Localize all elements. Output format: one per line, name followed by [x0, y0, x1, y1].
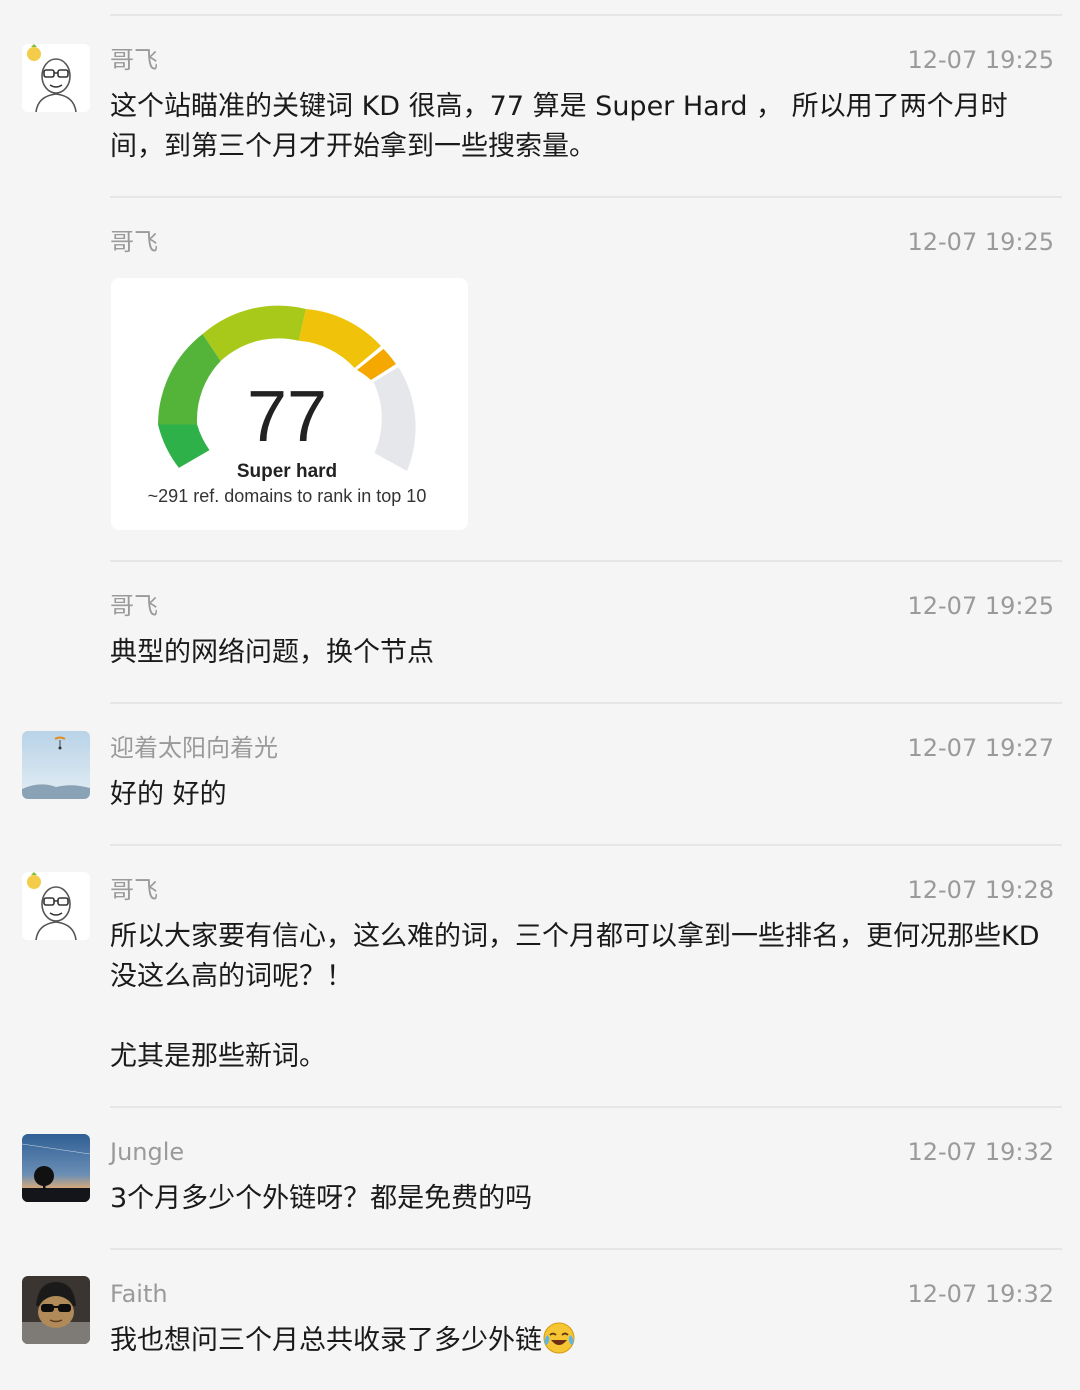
gauge-segment-green-2: [158, 334, 221, 425]
kd-label: Super hard: [237, 461, 337, 482]
gauge-segment-lime: [202, 305, 306, 361]
message-text: 这个站瞄准的关键词 KD 很高，77 算是 Super Hard ， 所以用了两…: [110, 91, 1008, 162]
sender-name[interactable]: Jungle: [110, 1136, 184, 1168]
kd-gauge: 77 Super hard ~291 ref. domains to rank …: [148, 305, 427, 506]
message-divider: [110, 1106, 1062, 1108]
avatar[interactable]: [22, 872, 90, 940]
avatar[interactable]: [22, 1276, 90, 1344]
bald-man-glasses-avatar-icon: [22, 872, 90, 940]
message-timestamp: 12-07 19:32: [907, 1280, 1054, 1308]
message-text: 典型的网络问题，换个节点: [110, 637, 434, 668]
gauge-segment-yellow: [298, 309, 381, 368]
message-divider: [110, 702, 1062, 704]
sender-name[interactable]: 哥飞: [110, 874, 158, 906]
avatar[interactable]: [22, 1134, 90, 1202]
avatar[interactable]: [22, 44, 90, 112]
message-text: 好的 好的: [110, 779, 227, 810]
gauge-segment-green: [158, 424, 210, 468]
keyword-difficulty-image[interactable]: 77 Super hard ~291 ref. domains to rank …: [111, 278, 468, 530]
message-timestamp: 12-07 19:25: [907, 228, 1054, 256]
sender-name[interactable]: 哥飞: [110, 44, 158, 76]
tree-sunset-avatar-icon: [22, 1134, 90, 1202]
message-divider: [110, 844, 1062, 846]
message-timestamp: 12-07 19:27: [907, 734, 1054, 762]
message-text: 所以大家要有信心，这么难的词，三个月都可以拿到一些排名，更何况那些KD 没这么高…: [110, 921, 1040, 1072]
sky-parachute-avatar-icon: [22, 731, 90, 799]
kd-score: 77: [247, 377, 327, 457]
sender-name[interactable]: Faith: [110, 1278, 168, 1310]
message-text: 我也想问三个月总共收录了多少外链: [110, 1321, 1060, 1361]
message-timestamp: 12-07 19:25: [907, 592, 1054, 620]
message-timestamp: 12-07 19:25: [907, 46, 1054, 74]
gauge-segment-empty: [373, 367, 416, 471]
message-timestamp: 12-07 19:32: [907, 1138, 1054, 1166]
message-divider: [110, 14, 1062, 16]
avatar[interactable]: [22, 731, 90, 799]
crying-laughing-emoji-icon: [543, 1322, 575, 1354]
message-divider: [110, 196, 1062, 198]
sender-name[interactable]: 哥飞: [110, 226, 158, 258]
sender-name[interactable]: 迎着太阳向着光: [110, 732, 278, 764]
message-divider: [110, 560, 1062, 562]
message-divider: [110, 1248, 1062, 1250]
message-text-content: 我也想问三个月总共收录了多少外链: [110, 1325, 542, 1356]
sender-name[interactable]: 哥飞: [110, 590, 158, 622]
bald-man-glasses-avatar-icon: [22, 44, 90, 112]
message-timestamp: 12-07 19:28: [907, 876, 1054, 904]
sunglasses-person-avatar-icon: [22, 1276, 90, 1344]
kd-subtitle: ~291 ref. domains to rank in top 10: [148, 486, 427, 506]
message-text: 3个月多少个外链呀？都是免费的吗: [110, 1183, 533, 1214]
